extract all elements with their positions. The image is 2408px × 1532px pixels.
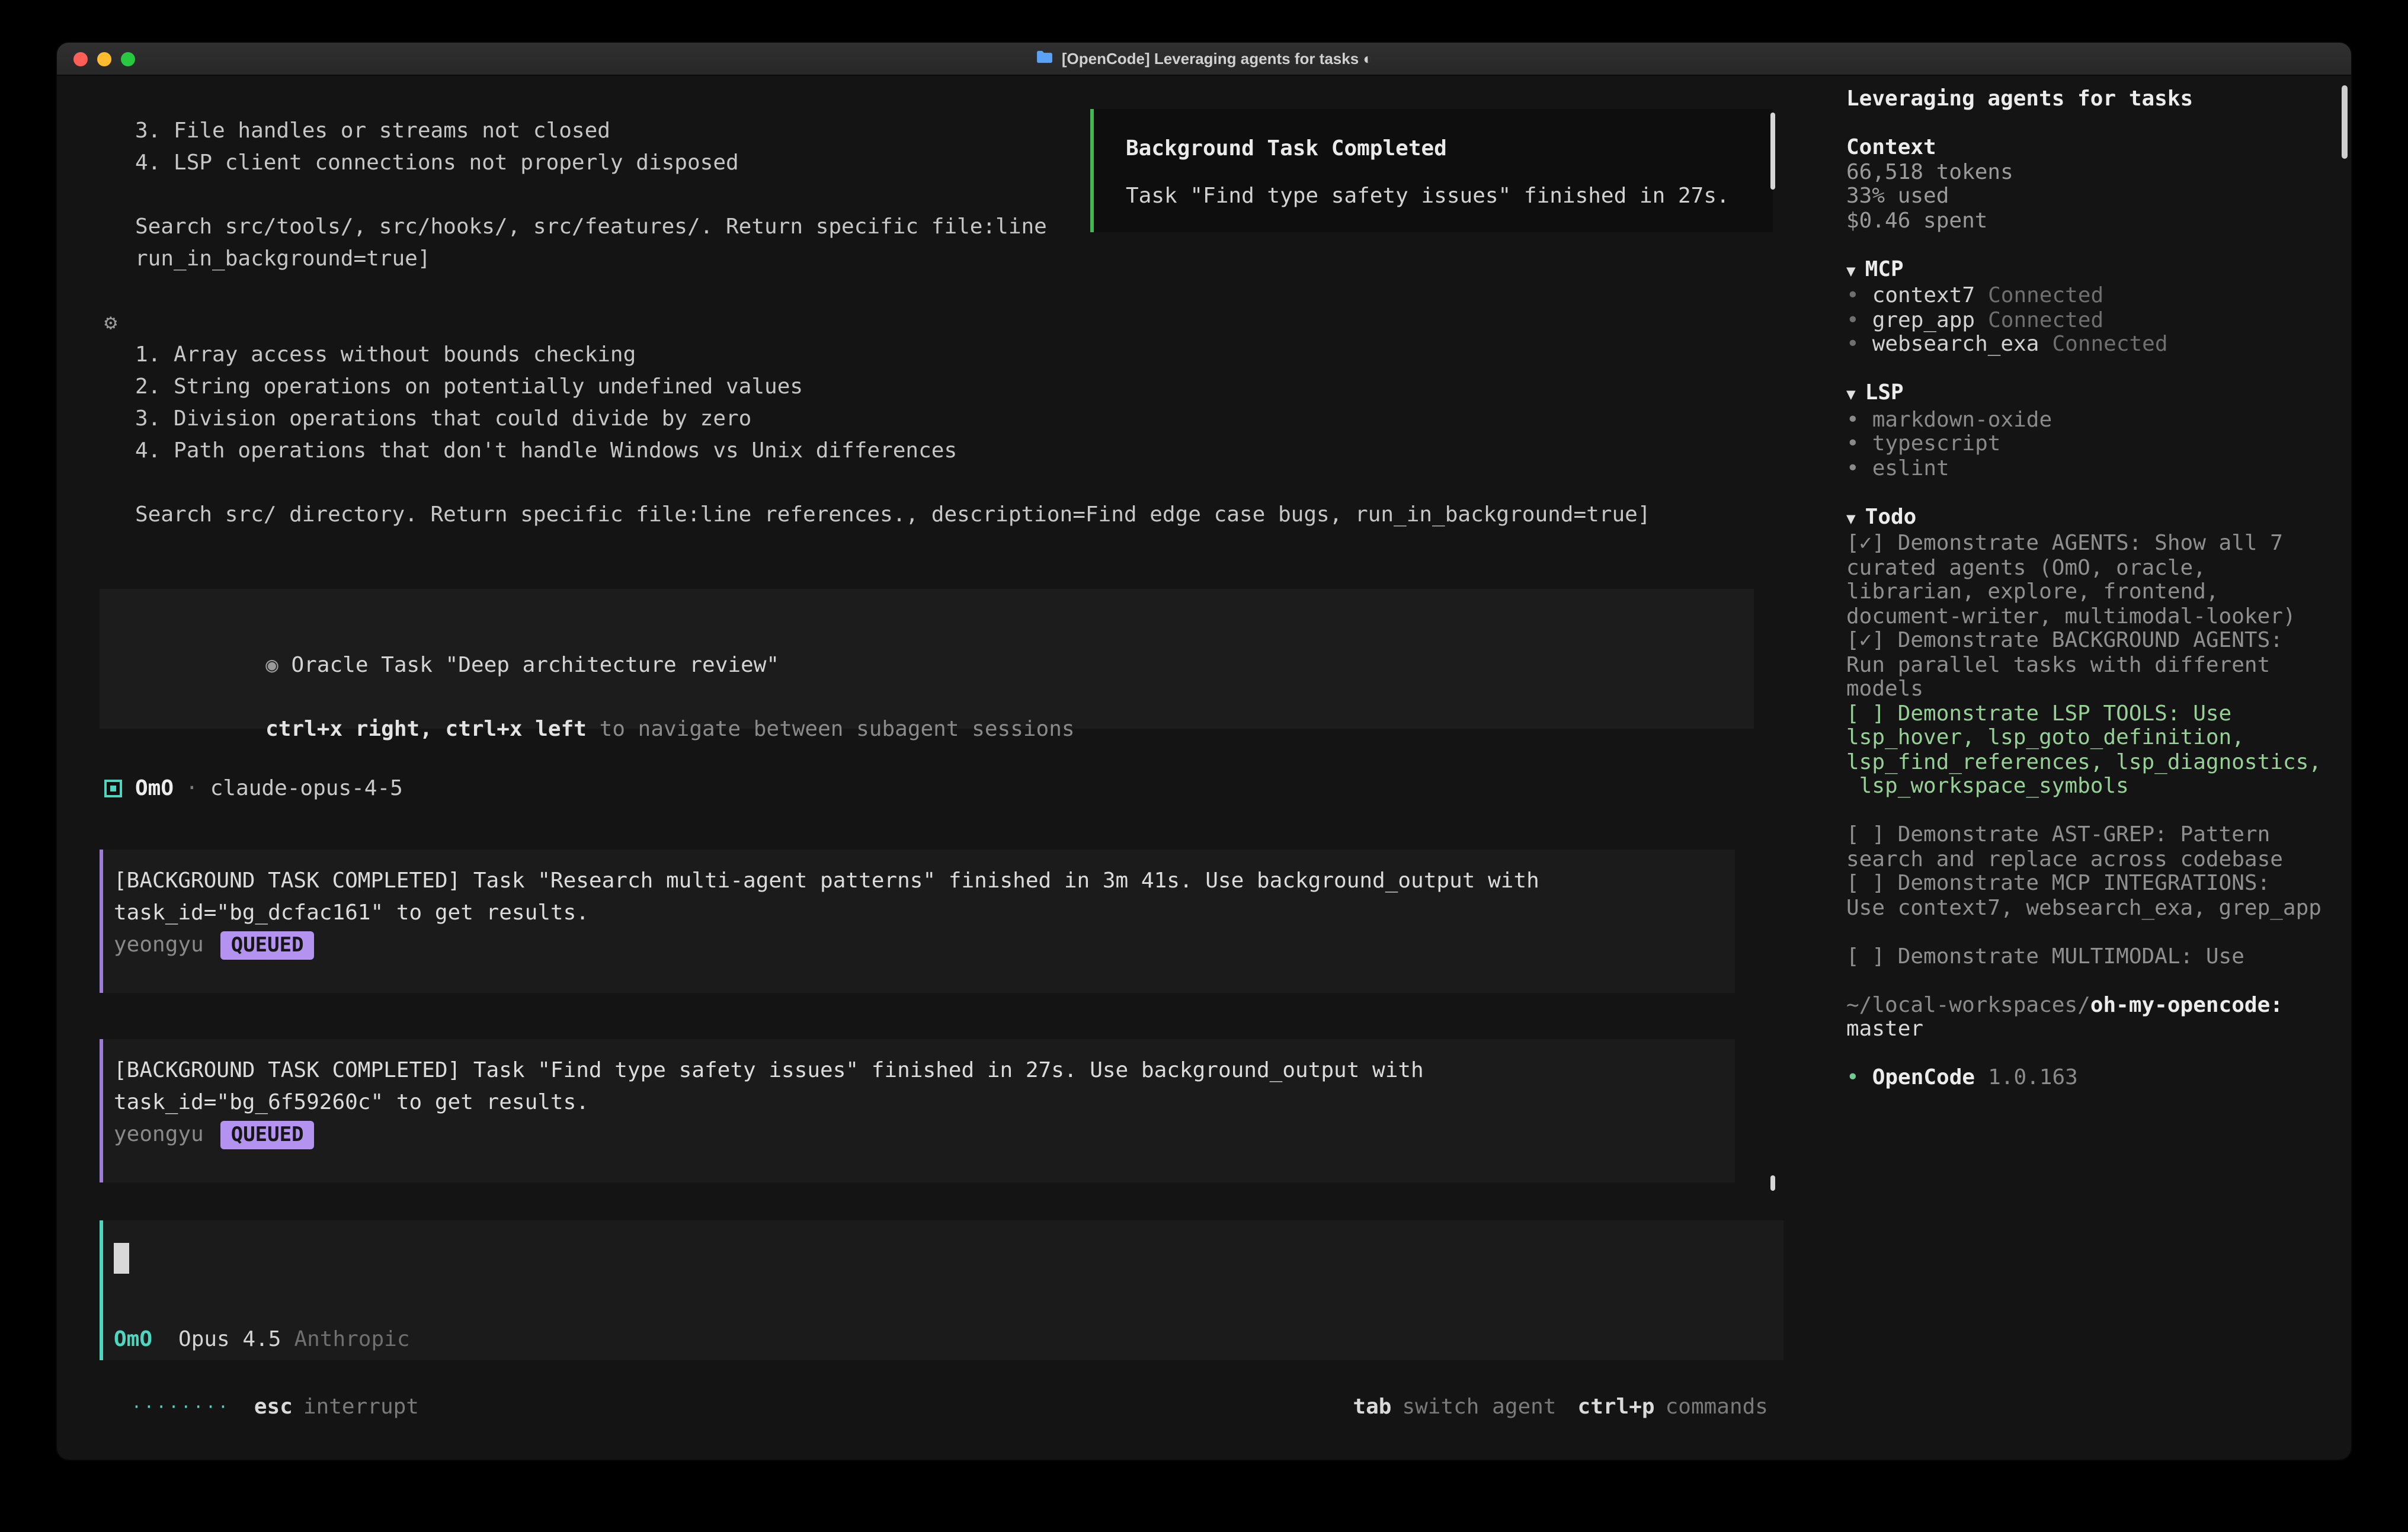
agent-model: claude-opus-4-5 <box>210 776 403 801</box>
workspace-path: ~/local-workspaces/oh-my-opencode: <box>1846 993 2321 1018</box>
lsp-item: •eslint <box>1846 457 2321 481</box>
main-scrollbar-thumb[interactable] <box>1770 113 1775 190</box>
screen: [OpenCode] Leveraging agents for tasks ◐… <box>0 0 2408 1532</box>
bullet-icon: • <box>1846 307 1859 332</box>
notification-toast[interactable]: Background Task Completed Task "Find typ… <box>1090 109 1773 232</box>
chevron-down-icon: ▼ <box>1846 262 1856 280</box>
app-content: 3. File handles or streams not closed 4.… <box>57 76 2351 1460</box>
agent-square-icon <box>104 780 122 797</box>
oracle-task-panel[interactable]: ◉ Oracle Task "Deep architecture review"… <box>100 589 1754 729</box>
input-agent-name: OmO <box>114 1323 152 1355</box>
oracle-task-title: Oracle Task "Deep architecture review" <box>278 653 779 678</box>
lsp-item: •markdown-oxide <box>1846 408 2321 432</box>
gear-icon: ⚙ <box>104 307 117 339</box>
terminal-window: [OpenCode] Leveraging agents for tasks ◐… <box>57 43 2351 1460</box>
tool-call-item: 2. String operations on potentially unde… <box>100 371 1823 403</box>
todo-item-mcp-integrations: [ ] Demonstrate MCP INTEGRATIONS: Use co… <box>1846 872 2321 921</box>
tab-key-label: switch agent <box>1402 1395 1556 1419</box>
context-used: 33% used <box>1846 185 2321 209</box>
bullet-icon: • <box>1846 283 1859 308</box>
notification-body: Task "Find type safety issues" finished … <box>1126 180 1773 212</box>
todo-section-heading[interactable]: ▼Todo <box>1846 505 2321 532</box>
spinner-dots-icon: ········ <box>132 1398 230 1416</box>
window-controls <box>73 52 135 66</box>
bullet-icon: • <box>1846 332 1859 357</box>
mcp-item: •websearch_exaConnected <box>1846 333 2321 357</box>
esc-key-label: interrupt <box>303 1395 419 1419</box>
notification-title: Background Task Completed <box>1126 133 1773 165</box>
agent-name: OmO <box>135 776 174 801</box>
session-title: Leveraging agents for tasks <box>1846 88 2321 112</box>
message-line: [BACKGROUND TASK COMPLETED] Task "Find t… <box>114 1055 1735 1086</box>
window-title: [OpenCode] Leveraging agents for tasks ◐ <box>1036 50 1372 68</box>
chevron-down-icon: ▼ <box>1846 510 1856 528</box>
message-author: yeongyu <box>114 1122 204 1147</box>
todo-item-background-agents: [✓] Demonstrate BACKGROUND AGENTS: Run p… <box>1846 629 2321 702</box>
mcp-item: •context7Connected <box>1846 284 2321 309</box>
ctrlp-key-hint: ctrl+p <box>1578 1395 1655 1419</box>
prompt-input[interactable]: OmO Opus 4.5 Anthropic <box>100 1220 1783 1360</box>
zoom-button[interactable] <box>121 52 135 66</box>
close-button[interactable] <box>73 52 88 66</box>
mcp-item: •grep_appConnected <box>1846 309 2321 333</box>
chevron-down-icon: ▼ <box>1846 386 1856 404</box>
tab-key-hint: tab <box>1353 1395 1391 1419</box>
bullet-icon: • <box>1846 407 1859 432</box>
message-background-task-1: [BACKGROUND TASK COMPLETED] Task "Resear… <box>100 850 1735 993</box>
bullet-icon: • <box>1846 1065 1859 1090</box>
todo-item-lsp-tools: [ ] Demonstrate LSP TOOLS: Use lsp_hover… <box>1846 702 2321 799</box>
message-line: task_id="bg_dcfac161" to get results. <box>114 897 1735 929</box>
tool-call-item: 3. Division operations that could divide… <box>100 403 1823 435</box>
chat-viewport: 3. File handles or streams not closed 4.… <box>57 76 1823 1460</box>
input-model-name: Opus 4.5 <box>178 1323 281 1355</box>
minimize-button[interactable] <box>97 52 111 66</box>
mcp-section-heading[interactable]: ▼MCP <box>1846 258 2321 284</box>
workspace-branch: master <box>1846 1018 2321 1042</box>
record-icon: ◉ <box>265 653 278 678</box>
todo-item-multimodal: [ ] Demonstrate MULTIMODAL: Use <box>1846 945 2321 969</box>
main-scrollbar-thumb-bottom[interactable] <box>1770 1175 1775 1191</box>
context-heading: Context <box>1846 136 2321 161</box>
bullet-icon: • <box>1846 431 1859 456</box>
oracle-hint-text: to navigate between subagent sessions <box>587 717 1075 742</box>
esc-key-hint: esc <box>254 1395 293 1419</box>
context-tokens: 66,518 tokens <box>1846 161 2321 185</box>
status-badge: QUEUED <box>220 1120 315 1149</box>
window-title-text: [OpenCode] Leveraging agents for tasks ◐ <box>1062 50 1372 68</box>
tool-call-footer: Search src/ directory. Return specific f… <box>100 499 1823 531</box>
message-line: [BACKGROUND TASK COMPLETED] Task "Resear… <box>114 865 1735 897</box>
agent-header: OmO · claude-opus-4-5 <box>100 773 1823 805</box>
session-sidebar: Leveraging agents for tasks Context 66,5… <box>1823 76 2351 1460</box>
context-spent: $0.46 spent <box>1846 209 2321 233</box>
todo-item-ast-grep: [ ] Demonstrate AST-GREP: Pattern search… <box>1846 823 2321 872</box>
tool-call-item: 4. Path operations that don't handle Win… <box>100 435 1823 467</box>
todo-item-agents: [✓] Demonstrate AGENTS: Show all 7 curat… <box>1846 532 2321 629</box>
message-background-task-2: [BACKGROUND TASK COMPLETED] Task "Find t… <box>100 1039 1735 1182</box>
tool-call-item: 1. Array access without bounds checking <box>100 339 1823 371</box>
status-badge: QUEUED <box>220 931 315 959</box>
sidebar-scrollbar-thumb[interactable] <box>2342 85 2348 159</box>
lsp-section-heading[interactable]: ▼LSP <box>1846 382 2321 408</box>
folder-icon <box>1036 50 1054 68</box>
lsp-item: •typescript <box>1846 432 2321 457</box>
message-line: task_id="bg_6f59260c" to get results. <box>114 1086 1735 1118</box>
oracle-hint-keys: ctrl+x right, ctrl+x left <box>265 717 587 742</box>
log-line: run_in_background=true] <box>100 243 1823 275</box>
version-row: •OpenCode1.0.163 <box>1846 1066 2321 1091</box>
input-provider-name: Anthropic <box>294 1323 409 1355</box>
message-author: yeongyu <box>114 932 204 957</box>
agent-separator: · <box>185 776 198 801</box>
tool-call-block: ⚙ call_omo_agent [subagent_type=explore,… <box>100 307 1823 531</box>
status-bar: ········ esc interrupt tab switch agent … <box>100 1391 1823 1423</box>
bullet-icon: • <box>1846 456 1859 480</box>
ctrlp-key-label: commands <box>1666 1395 1768 1419</box>
text-cursor <box>114 1243 129 1274</box>
titlebar: [OpenCode] Leveraging agents for tasks ◐ <box>57 43 2351 76</box>
